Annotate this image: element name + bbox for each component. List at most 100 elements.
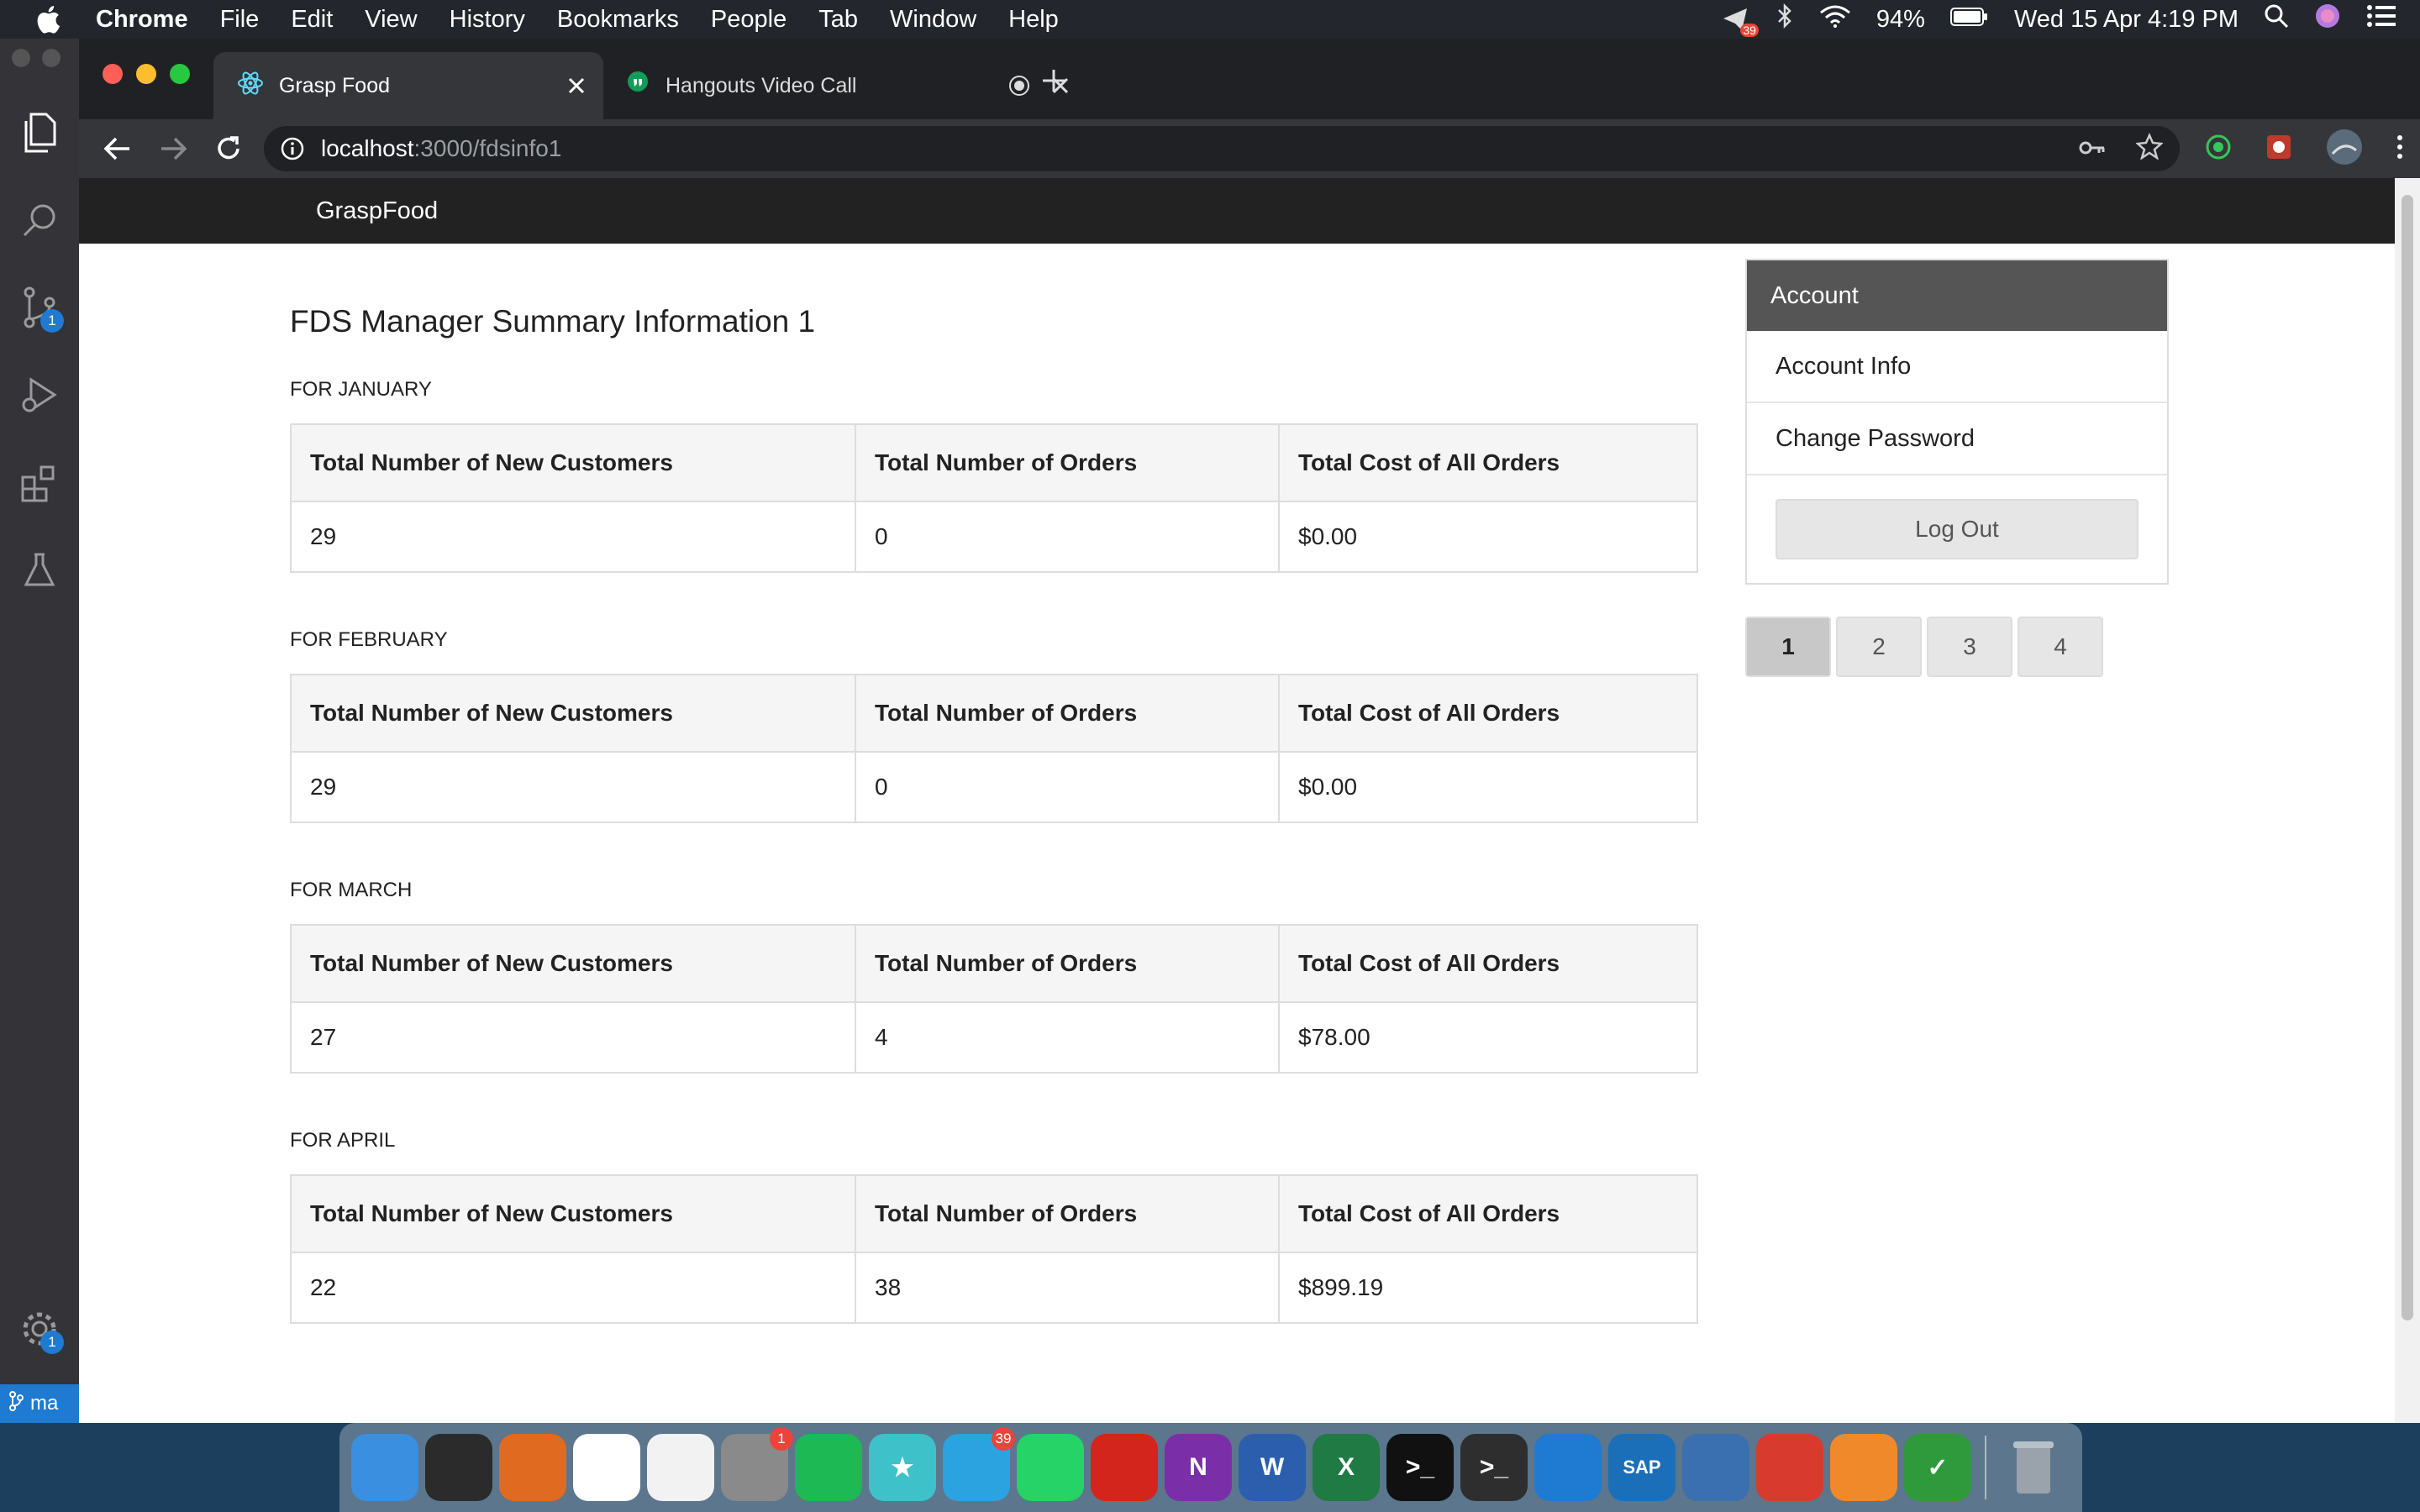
logout-button[interactable]: Log Out <box>1776 499 2139 559</box>
dock-badge: 1 <box>770 1427 793 1451</box>
menu-app-name[interactable]: Chrome <box>96 6 188 34</box>
trash-icon[interactable] <box>2000 1434 2067 1501</box>
url-host: localhost <box>321 135 414 161</box>
menu-edit[interactable]: Edit <box>291 6 333 34</box>
telegram-icon[interactable]: 39 <box>943 1427 1015 1501</box>
firefox-icon[interactable] <box>499 1434 566 1501</box>
macos-dock: 1 ★ 39 N W X >_ >_ SAP ✓ <box>339 1423 2082 1512</box>
testing-flask-icon[interactable] <box>0 526 79 613</box>
page-button-4[interactable]: 4 <box>2018 617 2103 677</box>
cost-cell: $0.00 <box>1278 501 1698 573</box>
table-row: 22 38 $899.19 <box>290 1252 1698 1324</box>
vscode-status-bar[interactable]: ma <box>0 1384 79 1423</box>
extension-target-icon[interactable] <box>2205 134 2232 165</box>
explorer-icon[interactable] <box>0 89 79 176</box>
site-info-icon[interactable] <box>281 137 304 160</box>
system-preferences-icon[interactable]: 1 <box>721 1427 793 1501</box>
menu-tab[interactable]: Tab <box>818 6 858 34</box>
sap-icon[interactable]: SAP <box>1608 1434 1676 1501</box>
run-debug-icon[interactable] <box>0 351 79 438</box>
wifi-icon[interactable] <box>1819 4 1851 34</box>
extension-red-icon[interactable] <box>2265 134 2292 165</box>
new-tab-button[interactable] <box>1037 64 1071 97</box>
url-path: :3000/fdsinfo1 <box>413 135 562 161</box>
notification-count-badge: 39 <box>1740 24 1759 37</box>
month-section-january: FOR JANUARY Total Number of New Customer… <box>290 378 1698 573</box>
summary-table: Total Number of New Customers Total Numb… <box>290 924 1698 1074</box>
scrollbar-thumb[interactable] <box>2402 195 2413 1320</box>
menu-history[interactable]: History <box>450 6 525 34</box>
terminal-alt-icon[interactable]: >_ <box>1460 1434 1528 1501</box>
back-button[interactable] <box>92 123 143 174</box>
menu-bookmarks[interactable]: Bookmarks <box>557 6 679 34</box>
site-brand[interactable]: GraspFood <box>316 197 438 225</box>
git-client-icon[interactable] <box>1756 1434 1823 1501</box>
excel-icon[interactable]: X <box>1313 1434 1380 1501</box>
dock-app-glyph: X <box>1337 1453 1355 1481</box>
column-header: Total Number of Orders <box>855 674 1280 753</box>
page-button-1[interactable]: 1 <box>1745 617 1831 677</box>
browser-toolbar: localhost:3000/fdsinfo1 <box>79 119 2420 178</box>
menu-people[interactable]: People <box>711 6 786 34</box>
forward-button[interactable] <box>148 123 198 174</box>
activity-monitor-icon[interactable] <box>425 1434 492 1501</box>
reload-button[interactable] <box>203 123 254 174</box>
minimize-window-button[interactable] <box>136 64 156 84</box>
clock[interactable]: Wed 15 Apr 4:19 PM <box>2014 6 2238 34</box>
bookmark-star-icon[interactable] <box>2135 132 2164 165</box>
key-icon[interactable] <box>2079 135 2106 162</box>
settings-gear-icon[interactable]: 1 <box>0 1285 79 1373</box>
battery-icon[interactable] <box>1949 6 1989 34</box>
menu-help[interactable]: Help <box>1008 6 1059 34</box>
tab-hangouts[interactable]: Hangouts Video Call <box>617 52 1087 119</box>
textedit-icon[interactable] <box>647 1434 714 1501</box>
superstar-icon[interactable]: ★ <box>869 1434 936 1501</box>
cost-cell: $899.19 <box>1278 1252 1698 1324</box>
summary-content: FDS Manager Summary Information 1 FOR JA… <box>290 304 1698 1379</box>
vscode-icon[interactable] <box>1534 1434 1602 1501</box>
menu-file[interactable]: File <box>220 6 260 34</box>
sublime-icon[interactable] <box>1830 1434 1897 1501</box>
finder-icon[interactable] <box>351 1434 418 1501</box>
profile-avatar[interactable] <box>2326 129 2363 170</box>
word-icon[interactable]: W <box>1239 1434 1306 1501</box>
month-section-march: FOR MARCH Total Number of New Customers … <box>290 879 1698 1074</box>
source-control-icon[interactable]: 1 <box>0 264 79 351</box>
spotify-icon[interactable] <box>795 1434 862 1501</box>
close-tab-icon[interactable] <box>561 71 592 101</box>
siri-icon[interactable] <box>2314 3 2341 36</box>
menu-window[interactable]: Window <box>890 6 976 34</box>
page-button-3[interactable]: 3 <box>1927 617 2012 677</box>
search-icon[interactable] <box>0 176 79 264</box>
apple-icon[interactable] <box>32 3 64 35</box>
acrobat-icon[interactable] <box>1091 1434 1158 1501</box>
whatsapp-icon[interactable] <box>1017 1434 1084 1501</box>
vim-icon[interactable]: ✓ <box>1904 1434 1971 1501</box>
dock-app-glyph: >_ <box>1405 1453 1435 1481</box>
notification-app-icon[interactable]: 39 <box>1722 7 1759 37</box>
column-header: Total Number of Orders <box>855 924 1280 1003</box>
chrome-menu-icon[interactable] <box>2396 134 2403 164</box>
virtualbox-icon[interactable] <box>1682 1434 1749 1501</box>
account-info-link[interactable]: Account Info <box>1747 331 2167 403</box>
maximize-window-button[interactable] <box>170 64 190 84</box>
dock-badge: 39 <box>992 1427 1015 1451</box>
spotlight-search-icon[interactable] <box>2264 3 2289 35</box>
close-window-button[interactable] <box>103 64 123 84</box>
column-header: Total Cost of All Orders <box>1278 674 1698 753</box>
page-button-2[interactable]: 2 <box>1836 617 1922 677</box>
address-bar[interactable]: localhost:3000/fdsinfo1 <box>264 126 2180 171</box>
chrome-icon[interactable] <box>573 1434 640 1501</box>
bluetooth-icon[interactable] <box>1776 3 1794 35</box>
change-password-link[interactable]: Change Password <box>1747 403 2167 475</box>
extensions-icon[interactable] <box>0 438 79 526</box>
tab-grasp-food[interactable]: Grasp Food <box>213 52 603 119</box>
page-scrollbar[interactable] <box>2395 178 2420 1423</box>
onenote-icon[interactable]: N <box>1165 1434 1232 1501</box>
window-controls <box>103 64 190 84</box>
terminal-icon[interactable]: >_ <box>1386 1434 1454 1501</box>
notification-center-icon[interactable] <box>2366 4 2396 34</box>
summary-table: Total Number of New Customers Total Numb… <box>290 423 1698 573</box>
menu-view[interactable]: View <box>365 6 417 34</box>
column-header: Total Number of Orders <box>855 1174 1280 1253</box>
